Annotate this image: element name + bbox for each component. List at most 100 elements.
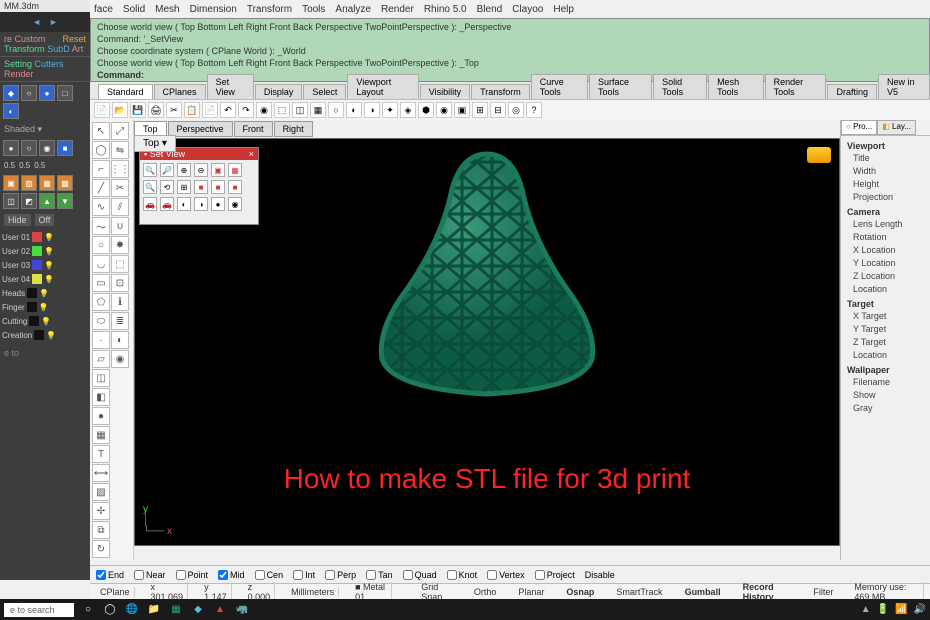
tab-visibility[interactable]: Visibility (420, 84, 470, 99)
view-icon[interactable]: 🔍 (143, 180, 157, 194)
wifi-icon[interactable]: 📶 (895, 604, 907, 615)
tab-select[interactable]: Select (303, 84, 346, 99)
array-icon[interactable]: ⋮⋮ (111, 160, 129, 178)
undo-icon[interactable]: ↶ (220, 102, 236, 118)
rotate-icon[interactable]: ↻ (92, 540, 110, 558)
tool-icon[interactable]: ● (39, 85, 55, 101)
osnap-project[interactable]: Project (535, 570, 575, 580)
dim-icon[interactable]: ⟷ (92, 464, 110, 482)
tool-icon[interactable]: ▨ (21, 175, 37, 191)
view-icon[interactable]: ◐ (177, 197, 191, 211)
menu-item[interactable]: Tools (302, 4, 325, 15)
view-icon[interactable]: 🔍 (143, 163, 157, 177)
prop-row[interactable]: Show (847, 389, 924, 402)
ellipse-icon[interactable]: ⬭ (92, 312, 110, 330)
reset-button[interactable]: Reset (62, 34, 86, 44)
hide-button[interactable]: Hide (4, 214, 31, 226)
view-icon[interactable]: ■ (194, 180, 208, 194)
open-icon[interactable]: 📂 (112, 102, 128, 118)
menu-item[interactable]: Solid (123, 4, 145, 15)
tool-icon[interactable]: □ (57, 85, 73, 101)
layers-icon[interactable]: ≣ (111, 312, 129, 330)
tool-icon[interactable]: ■ (57, 140, 73, 156)
osnap-int[interactable]: Int (293, 570, 315, 580)
prop-row[interactable]: Projection (847, 191, 924, 204)
prop-row[interactable]: Y Location (847, 257, 924, 270)
osnap-point[interactable]: Point (176, 570, 209, 580)
view-icon[interactable]: ⊞ (177, 180, 191, 194)
layer-row[interactable]: User 01💡 (2, 230, 88, 244)
app-icon[interactable]: ◆ (190, 602, 206, 618)
arc-icon[interactable]: ◡ (92, 255, 110, 273)
rhino-icon[interactable]: 🦏 (234, 602, 250, 618)
view-icon[interactable]: 🔎 (160, 163, 174, 177)
compass-icon[interactable] (807, 147, 831, 163)
prop-row[interactable]: X Location (847, 244, 924, 257)
tool-icon[interactable]: ◎ (508, 102, 524, 118)
help-icon[interactable]: ? (526, 102, 542, 118)
line-icon[interactable]: ╱ (92, 179, 110, 197)
mesh-icon[interactable]: ▦ (92, 426, 110, 444)
osnap-cen[interactable]: Cen (255, 570, 284, 580)
setview-floating-panel[interactable]: ▪ Set View × 🔍 🔎 ⊕ ⊖ ▣ ▦ 🔍 ⟲ ⊞ ■ ■ ■ 🚗 🚗… (139, 147, 259, 225)
tool-icon[interactable]: ▣ (454, 102, 470, 118)
tool-icon[interactable]: ○ (21, 85, 37, 101)
osnap-vertex[interactable]: Vertex (487, 570, 525, 580)
menu-item[interactable]: Clayoo (512, 4, 543, 15)
prop-row[interactable]: Location (847, 349, 924, 362)
prop-row[interactable]: Lens Length (847, 218, 924, 231)
loft-icon[interactable]: ◫ (92, 369, 110, 387)
layer-row[interactable]: User 04💡 (2, 272, 88, 286)
transform-label[interactable]: Transform (4, 44, 45, 54)
render-icon[interactable]: ◉ (111, 350, 129, 368)
subd-label[interactable]: SubD (47, 44, 70, 54)
osnap-knot[interactable]: Knot (447, 570, 478, 580)
battery-icon[interactable]: 🔋 (877, 604, 889, 615)
tool-icon[interactable]: ○ (328, 102, 344, 118)
tool-icon[interactable]: ▼ (57, 193, 73, 209)
art-label[interactable]: Art (72, 44, 84, 54)
tool-icon[interactable]: ◉ (39, 140, 55, 156)
tool-icon[interactable]: ⊟ (490, 102, 506, 118)
join-icon[interactable]: ∪ (111, 217, 129, 235)
layer-row[interactable]: User 02💡 (2, 244, 88, 258)
hatch-icon[interactable]: ▨ (92, 483, 110, 501)
tab-layers[interactable]: ◧ Lay... (877, 120, 916, 135)
paste-icon[interactable]: 📄 (202, 102, 218, 118)
prop-row[interactable]: Gray (847, 402, 924, 415)
arrow-icon[interactable]: ↖ (92, 122, 110, 140)
tab-newv5[interactable]: New in V5 (878, 74, 930, 99)
polygon-icon[interactable]: ⬠ (92, 293, 110, 311)
command-history[interactable]: Choose world view ( Top Bottom Left Righ… (90, 18, 930, 82)
tab-display[interactable]: Display (255, 84, 303, 99)
tool-icon[interactable]: ◈ (400, 102, 416, 118)
vp-tab-right[interactable]: Right (274, 121, 313, 137)
mode-smarttrack[interactable]: SmartTrack (611, 587, 667, 597)
prop-row[interactable]: X Target (847, 310, 924, 323)
tab-solid[interactable]: Solid Tools (653, 74, 707, 99)
polyline-icon[interactable]: ⌐ (92, 160, 110, 178)
view-icon[interactable]: ■ (228, 180, 242, 194)
prop-row[interactable]: Location (847, 283, 924, 296)
new-icon[interactable]: 📄 (94, 102, 110, 118)
trim-icon[interactable]: ✂ (111, 179, 129, 197)
view-icon[interactable]: ▦ (228, 163, 242, 177)
menu-item[interactable]: Transform (247, 4, 292, 15)
tool-icon[interactable]: ◩ (21, 193, 37, 209)
tab-mesh[interactable]: Mesh Tools (708, 74, 764, 99)
osnap-mid[interactable]: Mid (218, 570, 245, 580)
layer-row[interactable]: Finger💡 (2, 300, 88, 314)
nav-back-icon[interactable]: ◄ (32, 17, 41, 27)
layer-row[interactable]: Heads💡 (2, 286, 88, 300)
osnap-quad[interactable]: Quad (403, 570, 437, 580)
vp-tab-perspective[interactable]: Perspective (168, 121, 233, 137)
tab-setview[interactable]: Set View (207, 74, 254, 99)
spline-icon[interactable]: 〜 (92, 217, 110, 235)
tool-icon[interactable]: ▲ (39, 193, 55, 209)
tool-icon[interactable]: ◫ (3, 193, 19, 209)
mode-gumball[interactable]: Gumball (680, 587, 726, 597)
scale-icon[interactable]: ⤢ (111, 122, 129, 140)
curve-icon[interactable]: ∿ (92, 198, 110, 216)
prop-row[interactable]: Height (847, 178, 924, 191)
off-button[interactable]: Off (35, 214, 55, 226)
